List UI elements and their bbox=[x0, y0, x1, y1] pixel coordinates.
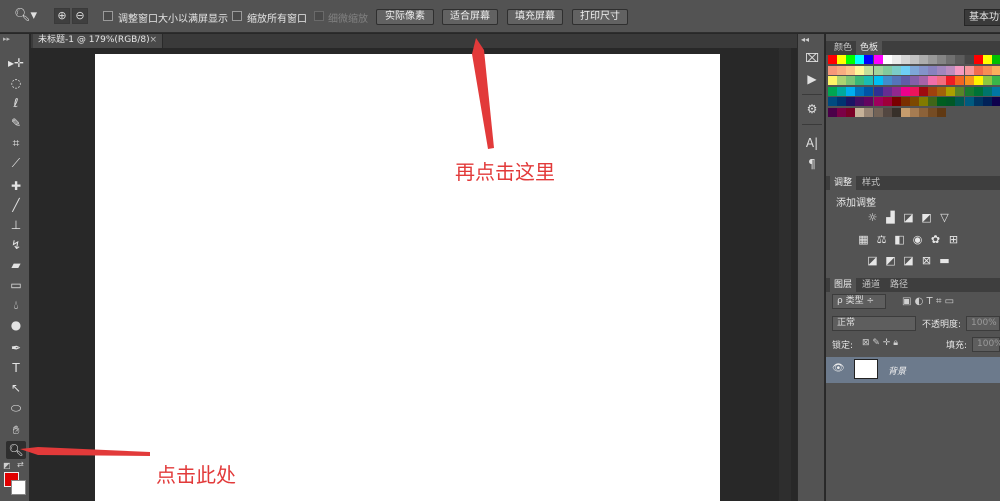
arrow-to-zoom-tool bbox=[20, 447, 150, 456]
arrow-to-fit-screen bbox=[472, 38, 494, 149]
annotation-then-click-here: 再点击这里 bbox=[455, 160, 555, 184]
annotation-arrows bbox=[20, 38, 494, 456]
annotation-click-here: 点击此处 bbox=[156, 463, 236, 487]
